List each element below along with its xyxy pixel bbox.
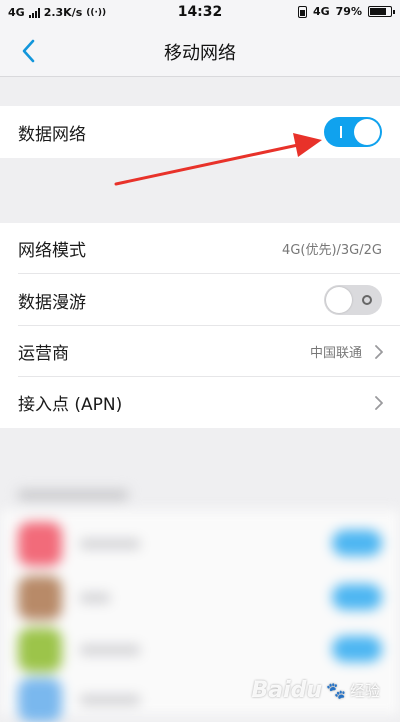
paw-icon: 🐾 — [326, 681, 346, 700]
status-bar: 4G 2.3K/s ((·)) 14:32 4G 79% — [0, 0, 400, 26]
apn-row[interactable]: 接入点 (APN) — [0, 377, 400, 428]
data-network-label: 数据网络 — [18, 124, 86, 145]
app-icon — [18, 522, 62, 566]
app-name-placeholder — [80, 645, 140, 655]
chevron-right-icon — [375, 395, 383, 410]
data-network-row[interactable]: 数据网络 — [0, 106, 400, 158]
toggle-on-indicator — [340, 126, 342, 138]
watermark-brand: Baidu — [251, 678, 323, 703]
carrier-row[interactable]: 运营商 中国联通 — [0, 326, 400, 377]
apn-label: 接入点 (APN) — [18, 395, 123, 415]
status-right: 4G 79% — [297, 5, 395, 18]
toggle-knob — [326, 287, 352, 313]
network-type-right: 4G — [312, 5, 330, 18]
app-icon — [18, 678, 62, 722]
toggle-off-indicator — [362, 295, 372, 305]
carrier-value: 中国联通 — [309, 346, 362, 361]
app-icon — [18, 576, 62, 620]
app-toggle — [332, 636, 382, 662]
app-name-placeholder — [80, 695, 140, 705]
data-network-toggle[interactable] — [324, 117, 382, 147]
data-roaming-row[interactable]: 数据漫游 — [0, 274, 400, 326]
blurred-section-header — [18, 490, 128, 500]
app-toggle — [332, 584, 382, 610]
battery-saver-icon — [297, 5, 307, 18]
network-mode-label: 网络模式 — [18, 241, 86, 261]
data-roaming-toggle[interactable] — [324, 285, 382, 315]
app-toggle — [332, 530, 382, 556]
data-roaming-label: 数据漫游 — [18, 292, 86, 313]
toggle-knob — [354, 119, 380, 145]
page-title: 移动网络 — [164, 43, 236, 64]
battery-percent: 79% — [335, 5, 362, 18]
chevron-right-icon — [375, 344, 383, 359]
app-icon — [18, 628, 62, 672]
carrier-label: 运营商 — [18, 344, 69, 364]
watermark-suffix: 经验 — [349, 682, 380, 700]
battery-icon — [368, 6, 395, 17]
baidu-watermark: Baidu 🐾 经验 — [251, 678, 380, 703]
app-name-placeholder — [80, 593, 110, 603]
network-mode-row[interactable]: 网络模式 4G(优先)/3G/2G — [0, 223, 400, 274]
network-mode-value: 4G(优先)/3G/2G — [282, 243, 382, 258]
app-name-placeholder — [80, 539, 140, 549]
title-bar: 移动网络 — [0, 26, 400, 77]
